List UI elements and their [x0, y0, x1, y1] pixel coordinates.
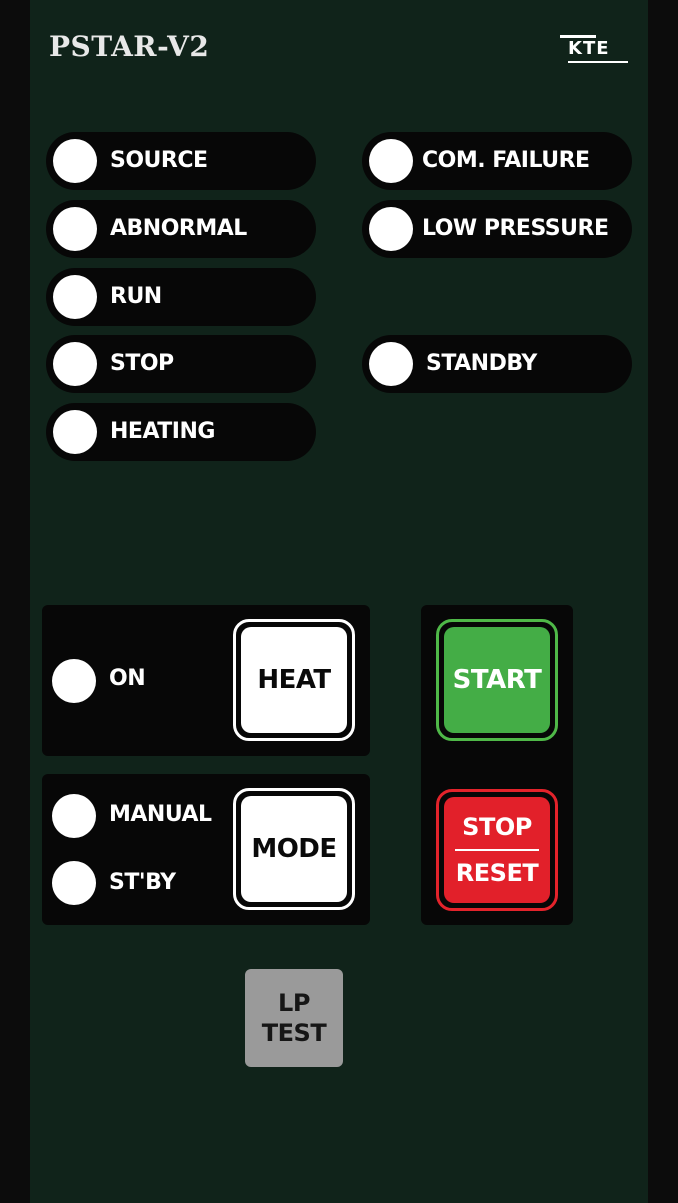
indicator-heating: HEATING: [46, 403, 316, 461]
heating-lamp: [53, 410, 97, 454]
abnormal-lamp: [53, 207, 97, 251]
source-label: SOURCE: [110, 148, 208, 173]
com-failure-lamp: [369, 139, 413, 183]
low-pressure-lamp: [369, 207, 413, 251]
heat-button-label: HEAT: [241, 627, 347, 733]
mode-button[interactable]: MODE: [233, 788, 355, 910]
stop-lamp: [53, 342, 97, 386]
stop-button-label: STOP: [462, 813, 532, 841]
kte-logo: KTE: [560, 33, 630, 67]
standby-mode-label: ST'BY: [109, 870, 176, 895]
run-lamp: [53, 275, 97, 319]
reset-button-label: RESET: [455, 859, 539, 887]
stop-reset-button[interactable]: STOP RESET: [436, 789, 558, 911]
mode-button-label: MODE: [241, 796, 347, 902]
com-failure-label: COM. FAILURE: [422, 148, 590, 173]
source-lamp: [53, 139, 97, 183]
stop-reset-divider: [455, 849, 539, 851]
abnormal-label: ABNORMAL: [110, 216, 247, 241]
start-stop-group: START STOP RESET: [421, 605, 573, 925]
indicator-standby: STANDBY: [362, 335, 632, 393]
manual-label: MANUAL: [109, 802, 212, 827]
heat-on-label: ON: [109, 666, 146, 691]
logo-text: KTE: [568, 38, 610, 59]
standby-lamp: [369, 342, 413, 386]
start-button-label: START: [444, 627, 550, 733]
lp-test-line2: TEST: [261, 1019, 327, 1047]
run-label: RUN: [110, 284, 162, 309]
indicator-stop: STOP: [46, 335, 316, 393]
stop-label: STOP: [110, 351, 174, 376]
indicator-low-pressure: LOW PRESSURE: [362, 200, 632, 258]
heat-button[interactable]: HEAT: [233, 619, 355, 741]
standby-mode-lamp: [52, 861, 96, 905]
mode-group: MANUAL ST'BY MODE: [42, 774, 370, 925]
indicator-com-failure: COM. FAILURE: [362, 132, 632, 190]
manual-lamp: [52, 794, 96, 838]
standby-label: STANDBY: [426, 351, 537, 376]
heating-label: HEATING: [110, 419, 215, 444]
indicator-source: SOURCE: [46, 132, 316, 190]
logo-bar-bottom: [568, 61, 628, 63]
low-pressure-label: LOW PRESSURE: [422, 216, 609, 241]
lp-test-line1: LP: [278, 989, 310, 1017]
device-title: PSTAR-V2: [49, 30, 210, 63]
indicator-run: RUN: [46, 268, 316, 326]
indicator-abnormal: ABNORMAL: [46, 200, 316, 258]
stop-reset-face: STOP RESET: [444, 797, 550, 903]
start-button[interactable]: START: [436, 619, 558, 741]
heat-group: ON HEAT: [42, 605, 370, 756]
heat-on-lamp: [52, 659, 96, 703]
lp-test-button[interactable]: LP TEST: [245, 969, 343, 1067]
